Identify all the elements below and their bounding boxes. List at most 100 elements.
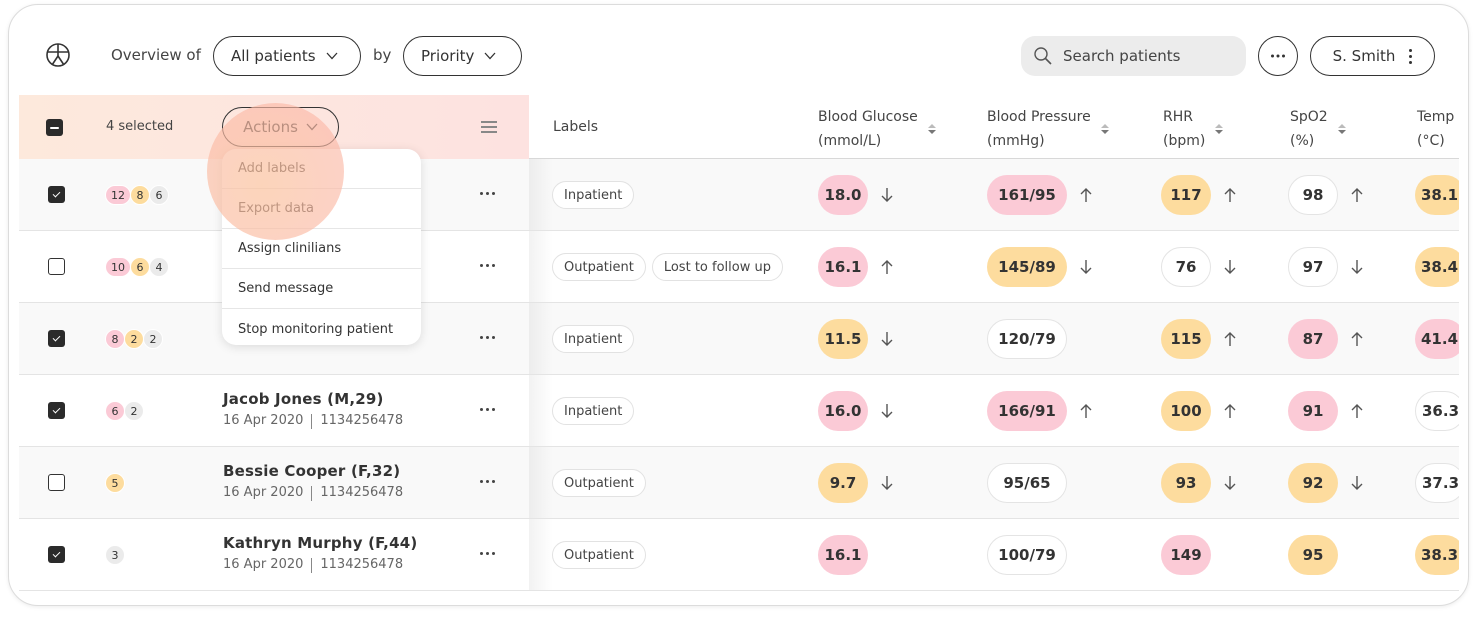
row-more-icon[interactable]: [480, 264, 495, 267]
spo2-value[interactable]: 87: [1288, 319, 1338, 359]
column-unit: (°C): [1417, 133, 1445, 149]
patient-info[interactable]: Bessie Cooper (F,32) 16 Apr 2020 113425647…: [223, 462, 403, 501]
column-header-blood-pressure[interactable]: Blood Pressure (mmHg): [987, 105, 1109, 153]
row-more-icon[interactable]: [480, 480, 495, 483]
label-chip[interactable]: Outpatient: [552, 469, 646, 497]
temp-value[interactable]: 38.3: [1415, 535, 1459, 575]
priority-badges: 3: [105, 545, 125, 565]
temp-cell: 36.3: [1415, 391, 1459, 431]
trend-down-arrow-icon: [881, 332, 893, 346]
row-more-icon[interactable]: [480, 192, 495, 195]
spo2-cell: 91: [1288, 391, 1364, 431]
trend-down-arrow-icon: [881, 188, 893, 202]
sort-by-select[interactable]: Priority: [403, 36, 522, 76]
priority-badge-red: 12: [105, 185, 131, 205]
temp-cell: 38.3: [1415, 535, 1459, 575]
trend-down-arrow-icon: [1351, 476, 1363, 490]
trend-down-arrow-icon: [1351, 260, 1363, 274]
blood-pressure-value[interactable]: 100/79: [987, 535, 1067, 575]
column-header-temp[interactable]: Temp (°C): [1417, 105, 1454, 153]
menu-item-send-message[interactable]: Send message: [222, 269, 421, 309]
blood-glucose-value[interactable]: 18.0: [818, 175, 868, 215]
patient-meta: 16 Apr 2020 1134256478: [223, 557, 417, 573]
row-checkbox[interactable]: [48, 258, 65, 275]
priority-badges: 62: [105, 401, 144, 421]
spo2-value[interactable]: 97: [1288, 247, 1338, 287]
row-checkbox[interactable]: [48, 474, 65, 491]
temp-value[interactable]: 37.3: [1415, 463, 1459, 503]
table-row[interactable]: 6 2 Jacob Jones (M,29) 16 Apr 2020 113425647…: [19, 375, 1459, 447]
blood-glucose-cell: 16.1: [818, 535, 868, 575]
column-header-spo2[interactable]: SpO2 (%): [1290, 105, 1346, 153]
sort-icon[interactable]: [927, 124, 936, 134]
table-row[interactable]: 3 Kathryn Murphy (F,44) 16 Apr 2020 1134256…: [19, 519, 1459, 591]
blood-glucose-cell: 16.0: [818, 391, 894, 431]
rhr-value[interactable]: 115: [1161, 319, 1211, 359]
row-checkbox[interactable]: [48, 330, 65, 347]
spo2-value[interactable]: 92: [1288, 463, 1338, 503]
label-chip[interactable]: Inpatient: [552, 397, 635, 425]
blood-glucose-value[interactable]: 16.1: [818, 247, 868, 287]
row-checkbox[interactable]: [48, 402, 65, 419]
label-chip[interactable]: Outpatient: [552, 253, 646, 281]
row-more-icon[interactable]: [480, 552, 495, 555]
label-chip[interactable]: Outpatient: [552, 541, 646, 569]
select-all-checkbox[interactable]: [46, 119, 63, 136]
sort-icon[interactable]: [1337, 124, 1346, 134]
user-menu-button[interactable]: S. Smith: [1310, 36, 1435, 76]
label-chip[interactable]: Lost to follow up: [651, 253, 783, 281]
blood-pressure-value[interactable]: 120/79: [987, 319, 1067, 359]
blood-pressure-value[interactable]: 161/95: [987, 175, 1067, 215]
row-more-icon[interactable]: [480, 336, 495, 339]
patient-scope-select[interactable]: All patients: [213, 36, 361, 76]
menu-item-export-data[interactable]: Export data: [222, 189, 421, 229]
blood-pressure-value[interactable]: 95/65: [987, 463, 1067, 503]
rhr-value[interactable]: 76: [1161, 247, 1211, 287]
more-options-button[interactable]: [1258, 36, 1298, 76]
temp-value[interactable]: 38.1: [1415, 175, 1459, 215]
rhr-value[interactable]: 149: [1161, 535, 1211, 575]
row-checkbox[interactable]: [48, 186, 65, 203]
column-header-blood-glucose[interactable]: Blood Glucose (mmol/L): [818, 105, 936, 153]
menu-item-add-labels[interactable]: Add labels: [222, 149, 421, 189]
spo2-cell: 97: [1288, 247, 1364, 287]
vitruvian-logo-icon[interactable]: [45, 42, 71, 68]
column-unit: (bpm): [1163, 133, 1206, 149]
blood-glucose-value[interactable]: 16.0: [818, 391, 868, 431]
rhr-value[interactable]: 117: [1161, 175, 1211, 215]
spo2-value[interactable]: 98: [1288, 175, 1338, 215]
label-chip[interactable]: Inpatient: [552, 325, 635, 353]
row-checkbox[interactable]: [48, 546, 65, 563]
menu-item-assign-clinilians[interactable]: Assign clinilians: [222, 229, 421, 269]
spo2-value[interactable]: 95: [1288, 535, 1338, 575]
temp-value[interactable]: 36.3: [1415, 391, 1459, 431]
actions-dropdown-button[interactable]: Actions: [222, 107, 339, 147]
patient-info[interactable]: Jacob Jones (M,29) 16 Apr 2020 1134256478: [223, 390, 403, 429]
rhr-cell: 149: [1161, 535, 1211, 575]
label-chip[interactable]: Inpatient: [552, 181, 635, 209]
patient-info[interactable]: Kathryn Murphy (F,44) 16 Apr 2020 11342564…: [223, 534, 417, 573]
blood-glucose-value[interactable]: 9.7: [818, 463, 868, 503]
temp-value[interactable]: 38.4: [1415, 247, 1459, 287]
sort-icon[interactable]: [1100, 124, 1109, 134]
spo2-value[interactable]: 91: [1288, 391, 1338, 431]
menu-item-stop-monitoring-patient[interactable]: Stop monitoring patient: [222, 309, 421, 345]
sort-icon[interactable]: [1215, 124, 1224, 134]
temp-value[interactable]: 41.4: [1415, 319, 1459, 359]
rhr-value[interactable]: 93: [1161, 463, 1211, 503]
search-input[interactable]: Search patients: [1021, 36, 1246, 76]
priority-badge-grey: 3: [105, 545, 125, 565]
list-view-icon[interactable]: [481, 121, 497, 133]
row-more-icon[interactable]: [480, 408, 495, 411]
column-title: Blood Pressure: [987, 109, 1091, 125]
spo2-cell: 92: [1288, 463, 1364, 503]
column-title: RHR: [1163, 109, 1193, 125]
patient-meta: 16 Apr 2020 1134256478: [223, 485, 403, 501]
blood-pressure-value[interactable]: 145/89: [987, 247, 1067, 287]
blood-glucose-value[interactable]: 16.1: [818, 535, 868, 575]
table-row[interactable]: 5 Bessie Cooper (F,32) 16 Apr 2020 11342564…: [19, 447, 1459, 519]
rhr-value[interactable]: 100: [1161, 391, 1211, 431]
blood-pressure-value[interactable]: 166/91: [987, 391, 1067, 431]
column-header-rhr[interactable]: RHR (bpm): [1163, 105, 1224, 153]
blood-glucose-value[interactable]: 11.5: [818, 319, 868, 359]
